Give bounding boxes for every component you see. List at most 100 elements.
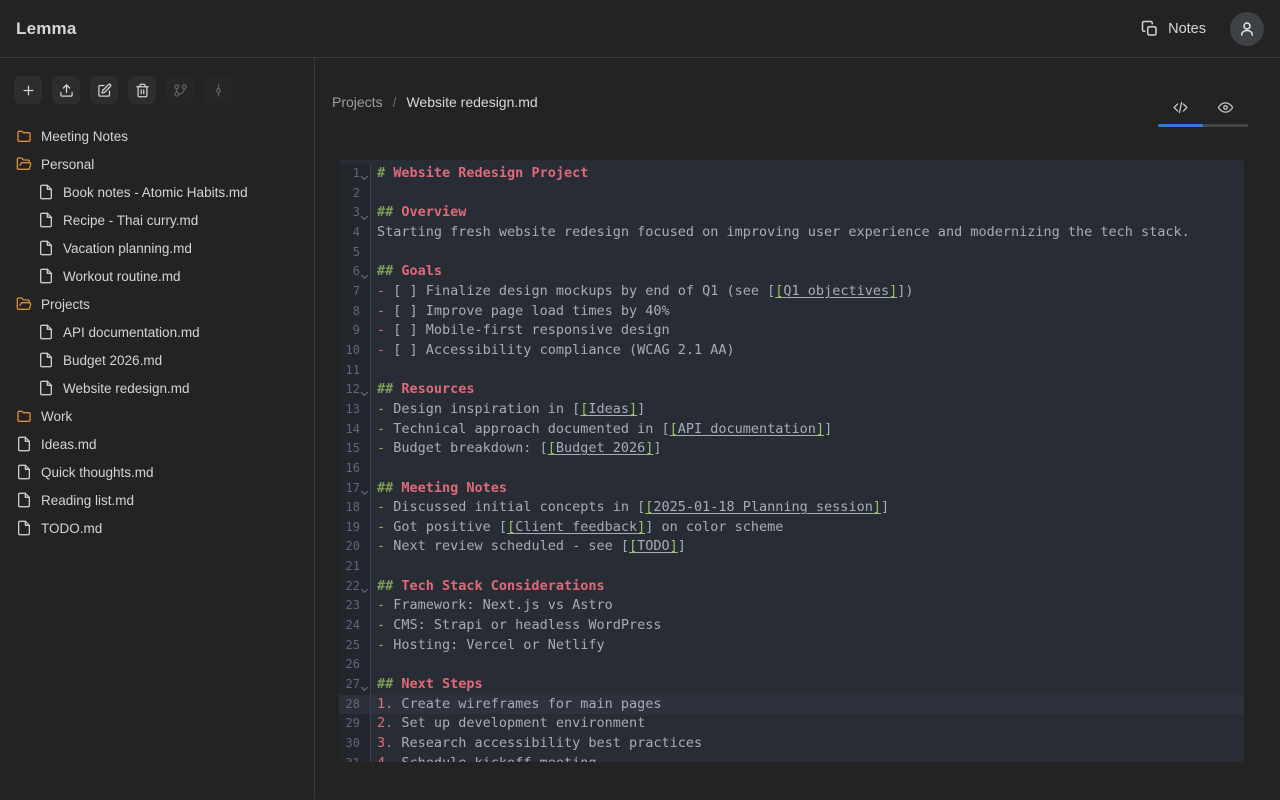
editor-line[interactable]: 24- CMS: Strapi or headless WordPress — [339, 616, 1244, 636]
wiki-link[interactable]: 2025-01-18 Planning session — [653, 499, 872, 515]
editor-line[interactable]: 26 — [339, 655, 1244, 675]
syntax-lb[interactable]: ] — [873, 499, 881, 515]
code-view-tab[interactable] — [1158, 94, 1203, 120]
editor-line[interactable]: 22## Tech Stack Considerations — [339, 577, 1244, 597]
tree-item-reading-list-md[interactable]: Reading list.md — [0, 486, 314, 514]
add-note-button[interactable] — [14, 76, 42, 104]
editor-line[interactable]: 9- [ ] Mobile-first responsive design — [339, 321, 1244, 341]
markdown-editor[interactable]: 1# Website Redesign Project2 3## Overvie… — [339, 160, 1244, 762]
editor-line[interactable]: 11 — [339, 361, 1244, 381]
fold-chevron-icon[interactable] — [360, 262, 370, 282]
tree-item-api-documentation-md[interactable]: API documentation.md — [0, 318, 314, 346]
file-icon — [38, 380, 54, 396]
wiki-link[interactable]: API documentation — [678, 421, 816, 437]
syntax-task: - — [377, 322, 385, 338]
fold-chevron-icon[interactable] — [360, 479, 370, 499]
syntax-lb[interactable]: ] — [816, 421, 824, 437]
editor-line[interactable]: 4Starting fresh website redesign focused… — [339, 223, 1244, 243]
editor-line[interactable]: 314. Schedule kickoff meeting — [339, 754, 1244, 762]
wiki-link[interactable]: Budget 2026 — [556, 440, 645, 456]
tree-item-ideas-md[interactable]: Ideas.md — [0, 430, 314, 458]
fold-spacer — [360, 321, 370, 341]
tree-item-vacation-planning-md[interactable]: Vacation planning.md — [0, 234, 314, 262]
syntax-txt: Discussed initial concepts in [ — [385, 499, 645, 515]
editor-line[interactable]: 25- Hosting: Vercel or Netlify — [339, 636, 1244, 656]
syntax-onum: 1. — [377, 696, 393, 712]
editor-line[interactable]: 21 — [339, 557, 1244, 577]
editor-line[interactable]: 18- Discussed initial concepts in [[2025… — [339, 498, 1244, 518]
editor-line[interactable]: 28 1. Create wireframes for main pages — [339, 695, 1244, 715]
fold-chevron-icon[interactable] — [360, 164, 370, 184]
syntax-lb[interactable]: ] — [670, 538, 678, 554]
editor-line[interactable]: 2 — [339, 184, 1244, 204]
tree-item-meeting-notes[interactable]: Meeting Notes — [0, 122, 314, 150]
syntax-txt: [ ] Mobile-first responsive design — [385, 322, 669, 338]
line-number: 24 — [339, 616, 360, 636]
line-content — [371, 243, 385, 263]
line-content: 4. Schedule kickoff meeting — [371, 754, 596, 762]
editor-line[interactable]: 303. Research accessibility best practic… — [339, 734, 1244, 754]
notes-button[interactable]: Notes — [1135, 16, 1212, 42]
editor-line[interactable]: 15- Budget breakdown: [[Budget 2026]] — [339, 439, 1244, 459]
editor-line[interactable]: 5 — [339, 243, 1244, 263]
editor-line[interactable]: 7- [ ] Finalize design mockups by end of… — [339, 282, 1244, 302]
tree-item-workout-routine-md[interactable]: Workout routine.md — [0, 262, 314, 290]
syntax-lb[interactable]: [ — [670, 421, 678, 437]
syntax-lb[interactable]: ] — [629, 401, 637, 417]
editor-line[interactable]: 12## Resources — [339, 380, 1244, 400]
tree-item-personal[interactable]: Personal — [0, 150, 314, 178]
line-gutter: 11 — [339, 361, 371, 381]
tree-item-book-notes-atomic-habits-md[interactable]: Book notes - Atomic Habits.md — [0, 178, 314, 206]
syntax-lb[interactable]: [ — [507, 519, 515, 535]
syntax-hash: ## — [377, 204, 393, 220]
editor-line[interactable]: 6## Goals — [339, 262, 1244, 282]
editor-line[interactable]: 19- Got positive [[Client feedback]] on … — [339, 518, 1244, 538]
line-gutter: 31 — [339, 754, 371, 762]
editor-line[interactable]: 13- Design inspiration in [[Ideas]] — [339, 400, 1244, 420]
wiki-link[interactable]: Q1 objectives — [783, 283, 889, 299]
tree-item-todo-md[interactable]: TODO.md — [0, 514, 314, 542]
editor-line[interactable]: 23- Framework: Next.js vs Astro — [339, 596, 1244, 616]
editor-line[interactable]: 20- Next review scheduled - see [[TODO]] — [339, 537, 1244, 557]
tree-item-quick-thoughts-md[interactable]: Quick thoughts.md — [0, 458, 314, 486]
syntax-lb[interactable]: [ — [629, 538, 637, 554]
fold-chevron-icon[interactable] — [360, 203, 370, 223]
breadcrumb-folder[interactable]: Projects — [332, 94, 383, 110]
tree-item-recipe-thai-curry-md[interactable]: Recipe - Thai curry.md — [0, 206, 314, 234]
line-content: 1. Create wireframes for main pages — [371, 695, 661, 715]
editor-line[interactable]: 1# Website Redesign Project — [339, 164, 1244, 184]
tree-item-budget-2026-md[interactable]: Budget 2026.md — [0, 346, 314, 374]
line-number: 28 — [339, 695, 360, 715]
syntax-lb[interactable]: [ — [548, 440, 556, 456]
line-number: 16 — [339, 459, 360, 479]
preview-view-tab[interactable] — [1203, 94, 1248, 120]
tree-item-projects[interactable]: Projects — [0, 290, 314, 318]
editor-line[interactable]: 8- [ ] Improve page load times by 40% — [339, 302, 1244, 322]
wiki-link[interactable]: TODO — [637, 538, 670, 554]
syntax-lb[interactable]: ] — [889, 283, 897, 299]
editor-line[interactable]: 10- [ ] Accessibility compliance (WCAG 2… — [339, 341, 1244, 361]
editor-line[interactable]: 292. Set up development environment — [339, 714, 1244, 734]
edit-button[interactable] — [90, 76, 118, 104]
fold-chevron-icon[interactable] — [360, 675, 370, 695]
upload-button[interactable] — [52, 76, 80, 104]
syntax-head: Website Redesign Project — [385, 165, 588, 181]
syntax-dash: - — [377, 637, 385, 653]
tree-item-work[interactable]: Work — [0, 402, 314, 430]
tree-item-website-redesign-md[interactable]: Website redesign.md — [0, 374, 314, 402]
line-content: - Budget breakdown: [[Budget 2026]] — [371, 439, 662, 459]
wiki-link[interactable]: Client feedback — [515, 519, 637, 535]
fold-chevron-icon[interactable] — [360, 577, 370, 597]
fold-spacer — [360, 754, 370, 762]
line-content: # Website Redesign Project — [371, 164, 588, 184]
delete-button[interactable] — [128, 76, 156, 104]
fold-chevron-icon[interactable] — [360, 380, 370, 400]
editor-line[interactable]: 17## Meeting Notes — [339, 479, 1244, 499]
editor-line[interactable]: 14- Technical approach documented in [[A… — [339, 420, 1244, 440]
editor-line[interactable]: 16 — [339, 459, 1244, 479]
avatar-button[interactable] — [1230, 12, 1264, 46]
editor-line[interactable]: 3## Overview — [339, 203, 1244, 223]
line-gutter: 16 — [339, 459, 371, 479]
wiki-link[interactable]: Ideas — [588, 401, 629, 417]
editor-line[interactable]: 27## Next Steps — [339, 675, 1244, 695]
